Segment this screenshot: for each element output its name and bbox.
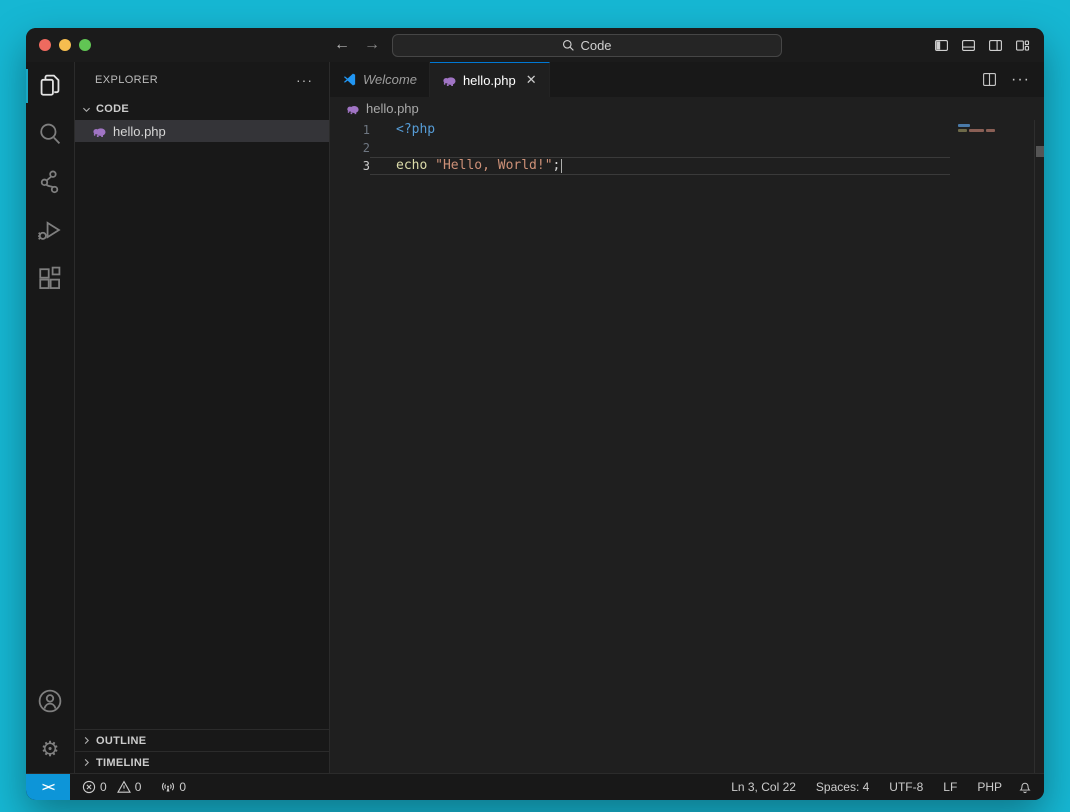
scrollbar-slider[interactable] <box>1036 146 1044 157</box>
activity-search-button[interactable] <box>26 110 74 158</box>
minimap-line <box>958 124 970 127</box>
outline-section-header[interactable]: OUTLINE <box>75 729 329 751</box>
source-control-icon <box>37 169 63 195</box>
code-token: <?php <box>396 122 435 137</box>
php-file-icon <box>442 73 457 88</box>
titlebar: ← → Code <box>26 28 1044 62</box>
tab-label: Welcome <box>363 72 417 87</box>
activity-explorer-button[interactable] <box>26 62 74 110</box>
command-center-label: Code <box>580 38 611 53</box>
vscode-logo-icon <box>342 72 357 87</box>
code-line-2: 2 <box>330 139 950 157</box>
split-editor-icon[interactable] <box>982 72 997 87</box>
language-mode-status[interactable]: PHP <box>969 780 1010 794</box>
line-number: 1 <box>330 121 370 139</box>
code-editor[interactable]: 1 <?php 2 3 echo "Hello, World!"; <box>330 120 1044 773</box>
remote-indicator[interactable]: >< <box>26 774 70 800</box>
status-bar: >< 0 0 0 Ln 3, Col 22 Spaces: 4 UTF-8 LF… <box>26 773 1044 800</box>
toggle-panel-icon[interactable] <box>961 38 976 53</box>
chevron-down-icon <box>78 104 94 115</box>
radio-tower-icon <box>161 780 175 794</box>
activity-source-control-button[interactable] <box>26 158 74 206</box>
search-icon <box>37 121 63 147</box>
editor-scrollbar[interactable] <box>1034 120 1044 773</box>
notifications-bell-icon[interactable] <box>1018 780 1032 794</box>
problems-status[interactable]: 0 0 <box>76 780 147 794</box>
command-center-search[interactable]: Code <box>392 34 782 57</box>
run-and-debug-icon <box>37 217 63 243</box>
account-icon <box>37 688 63 714</box>
code-token: "Hello, World!" <box>435 158 552 173</box>
sidebar-more-actions-button[interactable]: ··· <box>296 72 313 88</box>
zoom-window-button[interactable] <box>79 39 91 51</box>
file-item-hello-php[interactable]: hello.php <box>75 120 329 142</box>
chevron-right-icon <box>78 757 94 768</box>
activity-extensions-button[interactable] <box>26 254 74 302</box>
navigate-back-button[interactable]: ← <box>332 36 352 54</box>
minimap-line <box>986 129 995 132</box>
tab-close-icon[interactable]: ✕ <box>526 72 537 88</box>
indentation-status[interactable]: Spaces: 4 <box>808 780 877 794</box>
php-file-icon <box>92 124 107 139</box>
activity-run-debug-button[interactable] <box>26 206 74 254</box>
ports-count: 0 <box>179 780 186 794</box>
cursor-position-status[interactable]: Ln 3, Col 22 <box>723 780 804 794</box>
toggle-secondary-sidebar-icon[interactable] <box>988 38 1003 53</box>
window-controls <box>26 39 91 51</box>
extensions-icon <box>37 265 63 291</box>
ports-status[interactable]: 0 <box>155 780 192 794</box>
outline-section-label: OUTLINE <box>96 735 146 747</box>
tab-bar: Welcome hello.php ✕ ··· <box>330 62 1044 97</box>
vscode-window: ← → Code <box>26 28 1044 800</box>
explorer-sidebar: EXPLORER ··· CODE hello.php OUTLINE <box>75 62 330 773</box>
editor-more-actions-button[interactable]: ··· <box>1011 71 1030 89</box>
code-line-1: 1 <?php <box>330 121 950 139</box>
breadcrumb[interactable]: hello.php <box>330 97 1044 120</box>
gear-icon: ⚙ <box>41 739 60 760</box>
folder-section-label: CODE <box>96 103 129 115</box>
minimap[interactable] <box>950 120 1034 773</box>
chevron-right-icon <box>78 735 94 746</box>
code-line-3: 3 echo "Hello, World!"; <box>330 157 950 175</box>
folder-section-code[interactable]: CODE <box>75 98 329 120</box>
close-window-button[interactable] <box>39 39 51 51</box>
editor-group: Welcome hello.php ✕ ··· hello.php <box>330 62 1044 773</box>
eol-status[interactable]: LF <box>935 780 965 794</box>
activity-bar: ⚙ <box>26 62 75 773</box>
error-count: 0 <box>100 780 107 794</box>
encoding-status[interactable]: UTF-8 <box>881 780 931 794</box>
php-file-icon <box>346 102 360 116</box>
toggle-primary-sidebar-icon[interactable] <box>934 38 949 53</box>
line-number: 3 <box>330 157 370 175</box>
timeline-section-header[interactable]: TIMELINE <box>75 751 329 773</box>
warning-count: 0 <box>135 780 142 794</box>
tab-label: hello.php <box>463 73 516 88</box>
code-token: ; <box>553 158 561 173</box>
minimap-line <box>958 129 967 132</box>
text-cursor <box>561 159 562 173</box>
warning-icon <box>117 780 131 794</box>
remote-icon: >< <box>42 780 54 794</box>
customize-layout-icon[interactable] <box>1015 38 1030 53</box>
navigate-forward-button[interactable]: → <box>362 36 382 54</box>
line-number: 2 <box>330 139 370 157</box>
timeline-section-label: TIMELINE <box>96 757 150 769</box>
breadcrumb-file: hello.php <box>366 101 419 116</box>
files-icon <box>37 73 63 99</box>
search-icon <box>562 39 575 52</box>
code-token: echo <box>396 158 435 173</box>
minimize-window-button[interactable] <box>59 39 71 51</box>
settings-button[interactable]: ⚙ <box>26 725 74 773</box>
error-icon <box>82 780 96 794</box>
minimap-line <box>969 129 984 132</box>
accounts-button[interactable] <box>26 677 74 725</box>
file-item-label: hello.php <box>113 124 166 139</box>
tab-welcome[interactable]: Welcome <box>330 62 430 97</box>
tab-hello-php[interactable]: hello.php ✕ <box>430 62 550 97</box>
sidebar-title: EXPLORER <box>95 74 158 86</box>
